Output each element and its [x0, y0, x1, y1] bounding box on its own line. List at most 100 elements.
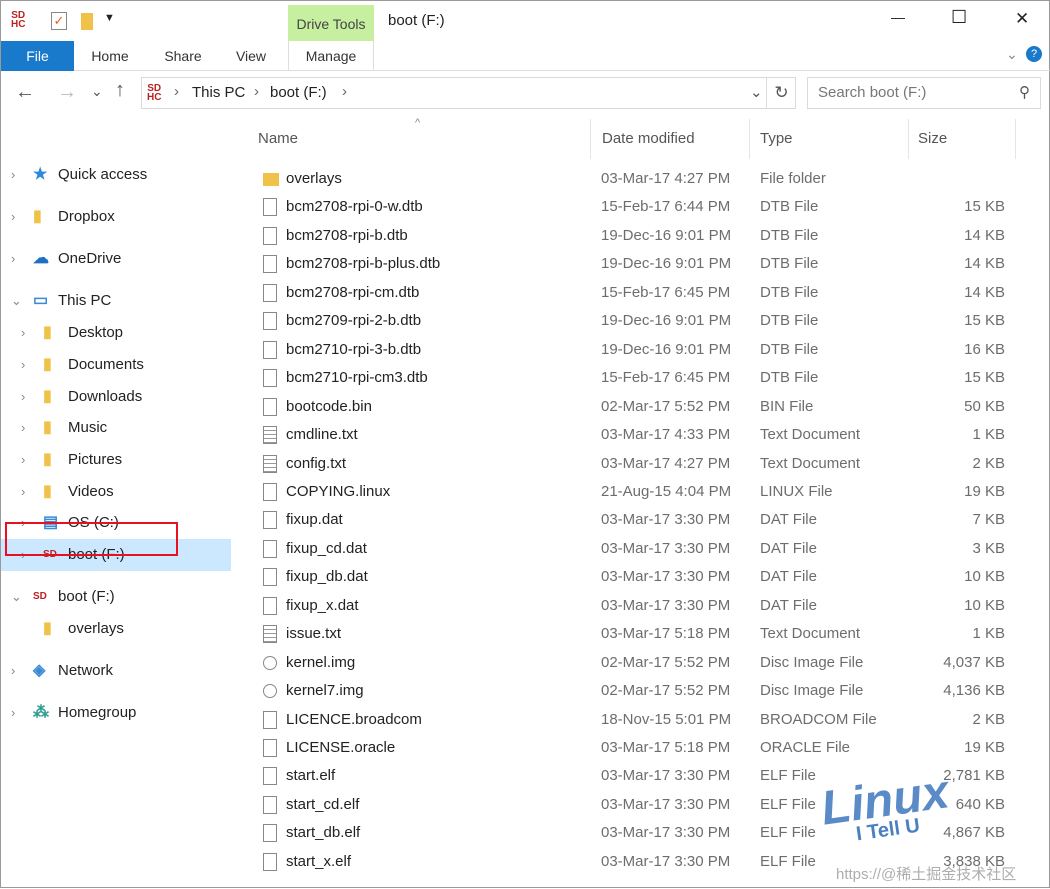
folder-icon: ▮ [43, 620, 52, 637]
expand-ribbon-icon[interactable]: ⌄ [1006, 46, 1018, 63]
file-row[interactable]: bcm2710-rpi-3-b.dtb 19-Dec-16 9:01 PM DTB … [233, 336, 1033, 364]
file-row[interactable]: kernel7.img 02-Mar-17 5:52 PM Disc Image F… [233, 677, 1033, 705]
search-input[interactable]: Search boot (F:) ⚲ [807, 77, 1041, 109]
nav-item-music[interactable]: › ▮ Music [1, 412, 231, 444]
collapse-chevron-icon[interactable]: ⌄ [11, 581, 22, 613]
new-folder-icon[interactable] [81, 13, 93, 30]
expand-chevron-icon[interactable]: › [11, 159, 15, 191]
tab-home[interactable]: Home [79, 41, 141, 71]
collapse-chevron-icon[interactable]: ⌄ [11, 285, 22, 317]
address-bar[interactable]: SD HC › This PC › boot (F:) › ⌄ ↻ [141, 77, 796, 109]
search-icon: ⚲ [1019, 84, 1030, 101]
expand-chevron-icon[interactable]: › [21, 539, 25, 571]
column-header-size[interactable]: Size [910, 119, 1016, 159]
nav-item-overlays[interactable]: ▮ overlays [1, 613, 231, 645]
tab-share[interactable]: Share [153, 41, 213, 71]
help-icon[interactable]: ? [1026, 46, 1042, 62]
file-row[interactable]: fixup_x.dat 03-Mar-17 3:30 PM DAT File 10 K… [233, 592, 1033, 620]
refresh-button[interactable]: ↻ [766, 78, 796, 108]
nav-item-boot-f[interactable]: ⌄ SD boot (F:) [1, 581, 231, 613]
expand-chevron-icon[interactable]: › [21, 476, 25, 508]
nav-item-videos[interactable]: › ▮ Videos [1, 476, 231, 508]
disc-image-icon [263, 655, 277, 670]
nav-item-os-c[interactable]: › ▤ OS (C:) [1, 507, 231, 539]
nav-item-pictures[interactable]: › ▮ Pictures [1, 444, 231, 476]
nav-item-quick-access[interactable]: › ★ Quick access [1, 159, 231, 191]
up-button[interactable]: ↑ [115, 79, 125, 102]
tab-manage[interactable]: Manage [288, 41, 374, 71]
expand-chevron-icon[interactable]: › [21, 317, 25, 349]
column-header-name[interactable]: Name [233, 119, 591, 159]
file-size: 15 KB [964, 369, 1005, 387]
customize-qat-icon[interactable]: ▼ [104, 12, 115, 24]
file-size: 19 KB [964, 739, 1005, 756]
search-placeholder: Search boot (F:) [818, 84, 927, 101]
file-size: 14 KB [964, 226, 1005, 244]
address-dropdown-icon[interactable]: ⌄ [750, 83, 763, 101]
expand-chevron-icon[interactable]: › [11, 243, 15, 275]
maximize-button[interactable]: ☐ [951, 7, 967, 28]
file-row[interactable]: issue.txt 03-Mar-17 5:18 PM Text Document 1… [233, 620, 1033, 648]
file-row[interactable]: LICENSE.oracle 03-Mar-17 5:18 PM ORACLE Fi… [233, 734, 1033, 762]
nav-item-this-pc[interactable]: ⌄ ▭ This PC [1, 285, 231, 317]
expand-chevron-icon[interactable]: › [11, 655, 15, 687]
file-date: 15-Feb-17 6:45 PM [601, 369, 731, 387]
tab-file[interactable]: File [1, 41, 74, 71]
file-row[interactable]: bcm2708-rpi-cm.dtb 15-Feb-17 6:45 PM DTB F… [233, 279, 1033, 307]
nav-item-dropbox[interactable]: › ▮ Dropbox [1, 201, 231, 233]
column-header-date[interactable]: Date modified [592, 119, 750, 159]
tab-view[interactable]: View [226, 41, 276, 71]
nav-item-documents[interactable]: › ▮ Documents [1, 349, 231, 381]
expand-chevron-icon[interactable]: › [21, 507, 25, 539]
text-file-icon [263, 454, 277, 473]
file-row[interactable]: COPYING.linux 21-Aug-15 4:04 PM LINUX File… [233, 478, 1033, 506]
file-row[interactable]: bcm2708-rpi-b.dtb 19-Dec-16 9:01 PM DTB Fi… [233, 222, 1033, 250]
expand-chevron-icon[interactable]: › [21, 444, 25, 476]
minimize-button[interactable]: — [891, 9, 905, 25]
file-row[interactable]: bootcode.bin 02-Mar-17 5:52 PM BIN File 50 … [233, 393, 1033, 421]
file-row[interactable]: fixup_db.dat 03-Mar-17 3:30 PM DAT File 10 … [233, 563, 1033, 591]
file-row[interactable]: config.txt 03-Mar-17 4:27 PM Text Document… [233, 450, 1033, 478]
file-date: 19-Dec-16 9:01 PM [601, 226, 732, 244]
file-row[interactable]: overlays 03-Mar-17 4:27 PM File folder [233, 165, 1033, 193]
disc-image-icon [263, 684, 277, 699]
file-icon [263, 824, 277, 843]
file-date: 03-Mar-17 4:27 PM [601, 454, 731, 472]
file-row[interactable]: fixup.dat 03-Mar-17 3:30 PM DAT File 7 KB [233, 506, 1033, 534]
nav-item-onedrive[interactable]: › ☁ OneDrive [1, 243, 231, 275]
nav-item-boot-f[interactable]: › SD boot (F:) [1, 539, 231, 571]
folder-icon: ▮ [43, 356, 52, 373]
breadcrumb-this-pc[interactable]: This PC [192, 84, 245, 101]
file-type: LINUX File [760, 482, 833, 500]
nav-item-homegroup[interactable]: › ⁂ Homegroup [1, 697, 231, 729]
recent-locations-button[interactable]: ⌄ [91, 83, 103, 100]
close-button[interactable]: ✕ [1015, 9, 1029, 29]
expand-chevron-icon[interactable]: › [11, 697, 15, 729]
folder-icon: ▮ [43, 324, 52, 341]
back-button[interactable]: ← [15, 81, 35, 104]
file-row[interactable]: bcm2708-rpi-b-plus.dtb 19-Dec-16 9:01 PM D… [233, 250, 1033, 278]
expand-chevron-icon[interactable]: › [21, 381, 25, 413]
file-row[interactable]: LICENCE.broadcom 18-Nov-15 5:01 PM BROADCO… [233, 706, 1033, 734]
expand-chevron-icon[interactable]: › [11, 201, 15, 233]
column-header-type[interactable]: Type [751, 119, 909, 159]
file-icon [263, 340, 277, 359]
file-row[interactable]: bcm2709-rpi-2-b.dtb 19-Dec-16 9:01 PM DTB … [233, 307, 1033, 335]
expand-chevron-icon[interactable]: › [21, 349, 25, 381]
file-row[interactable]: bcm2708-rpi-0-w.dtb 15-Feb-17 6:44 PM DTB … [233, 193, 1033, 221]
properties-icon[interactable]: ✓ [51, 12, 67, 30]
file-row[interactable]: bcm2710-rpi-cm3.dtb 15-Feb-17 6:45 PM DTB … [233, 364, 1033, 392]
nav-label: Homegroup [58, 704, 137, 721]
forward-button[interactable]: → [57, 81, 77, 104]
breadcrumb-boot[interactable]: boot (F:) [270, 84, 327, 101]
nav-item-network[interactable]: › ◈ Network [1, 655, 231, 687]
file-date: 03-Mar-17 3:30 PM [601, 568, 731, 586]
nav-item-desktop[interactable]: › ▮ Desktop [1, 317, 231, 349]
file-row[interactable]: cmdline.txt 03-Mar-17 4:33 PM Text Documen… [233, 421, 1033, 449]
file-row[interactable]: fixup_cd.dat 03-Mar-17 3:30 PM DAT File 3 K… [233, 535, 1033, 563]
file-date: 03-Mar-17 3:30 PM [601, 852, 731, 870]
expand-chevron-icon[interactable]: › [21, 412, 25, 444]
file-row[interactable]: kernel.img 02-Mar-17 5:52 PM Disc Image Fi… [233, 649, 1033, 677]
nav-item-downloads[interactable]: › ▮ Downloads [1, 381, 231, 413]
file-date: 15-Feb-17 6:44 PM [601, 198, 731, 216]
